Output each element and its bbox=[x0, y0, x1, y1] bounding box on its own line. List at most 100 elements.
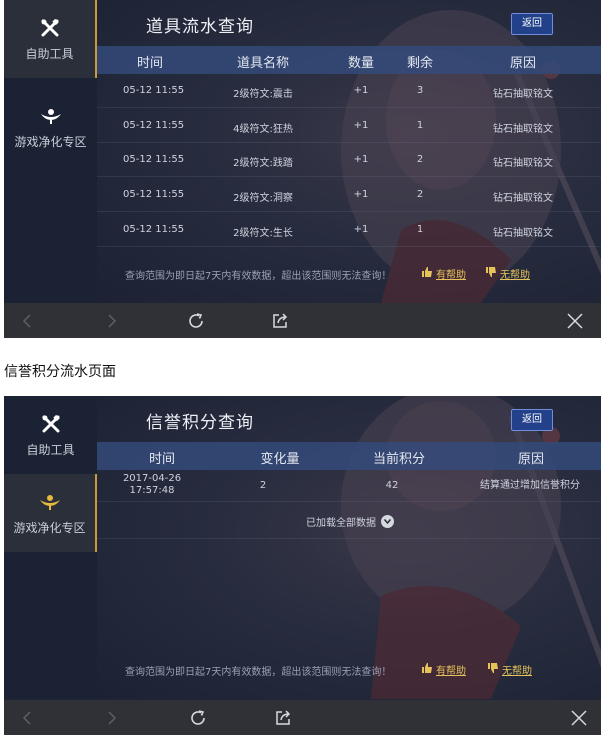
column-header: 变化量 bbox=[260, 452, 300, 467]
cell-name: 2级符文:洞察 bbox=[233, 193, 293, 204]
table-header: 时间 道具名称 数量 剩余 原因 bbox=[97, 46, 601, 74]
share-icon[interactable] bbox=[272, 707, 294, 729]
share-icon[interactable] bbox=[269, 310, 291, 332]
cell-remain: 2 bbox=[416, 189, 424, 200]
table-row: 2017-04-26 17:57:48 2 42 结算通过增加信誉积分 bbox=[97, 472, 601, 502]
thumbs-up-icon bbox=[422, 267, 432, 280]
cell-qty: +1 bbox=[353, 85, 369, 96]
title-bar: 道具流水查询 返回 bbox=[97, 0, 601, 44]
forward-arrow-icon[interactable] bbox=[101, 707, 123, 729]
sidebar-item-clean[interactable]: 游戏净化专区 bbox=[4, 474, 97, 552]
cell-change: 2 bbox=[259, 480, 267, 491]
cell-reason: 结算通过增加信誉积分 bbox=[480, 480, 580, 491]
cell-time: 05-12 11:55 bbox=[123, 154, 185, 165]
divider bbox=[97, 538, 601, 539]
clean-icon bbox=[40, 105, 62, 127]
column-header: 原因 bbox=[509, 56, 537, 71]
close-icon[interactable] bbox=[564, 310, 586, 332]
sidebar-item-label: 自助工具 bbox=[25, 46, 74, 61]
thumbs-down-icon bbox=[486, 267, 496, 280]
cell-reason: 钻石抽取铭文 bbox=[493, 158, 553, 169]
cell-qty: +1 bbox=[353, 154, 369, 165]
column-header: 时间 bbox=[148, 452, 176, 467]
column-header: 时间 bbox=[136, 56, 164, 71]
credit-score-panel: 自助工具 游戏净化专区 信誉积分查询 返回 时间 变化量 当前积分 原因 201… bbox=[4, 396, 601, 735]
cell-date: 2017-04-26 bbox=[122, 473, 182, 484]
unhelpful-label: 无帮助 bbox=[502, 666, 532, 677]
cell-remain: 2 bbox=[416, 154, 424, 165]
item-flow-panel: 自助工具 游戏净化专区 道具流水查询 返回 时间 道具名称 数量 剩余 原因 0… bbox=[4, 0, 601, 338]
chevron-down-icon[interactable] bbox=[381, 515, 394, 528]
column-header: 道具名称 bbox=[236, 56, 290, 71]
cell-remain: 3 bbox=[416, 85, 424, 96]
table-header: 时间 变化量 当前积分 原因 bbox=[97, 442, 601, 470]
cell-name: 2级符文:生长 bbox=[233, 228, 293, 239]
cell-clock: 17:57:48 bbox=[129, 485, 175, 496]
refresh-icon[interactable] bbox=[185, 310, 207, 332]
cell-reason: 钻石抽取铭文 bbox=[493, 124, 553, 135]
loaded-label: 已加载全部数据 bbox=[306, 518, 376, 529]
table-row: 05-12 11:55 4级符文:狂热 +1 1 钻石抽取铭文 bbox=[97, 109, 601, 143]
cell-time: 05-12 11:55 bbox=[123, 224, 185, 235]
title-bar: 信誉积分查询 返回 bbox=[97, 396, 601, 440]
back-button[interactable]: 返回 bbox=[511, 13, 553, 35]
helpful-label: 有帮助 bbox=[436, 666, 466, 677]
cell-reason: 钻石抽取铭文 bbox=[493, 89, 553, 100]
helpful-label: 有帮助 bbox=[436, 270, 466, 281]
back-arrow-icon[interactable] bbox=[16, 310, 38, 332]
thumbs-up-icon bbox=[422, 663, 432, 676]
cell-name: 4级符文:狂热 bbox=[233, 124, 293, 135]
table-row: 05-12 11:55 2级符文:践踏 +1 2 钻石抽取铭文 bbox=[97, 143, 601, 177]
browser-toolbar bbox=[4, 303, 601, 338]
column-header: 数量 bbox=[347, 56, 375, 71]
column-header: 原因 bbox=[517, 452, 545, 467]
sidebar-item-tools[interactable]: 自助工具 bbox=[4, 396, 97, 474]
column-header: 剩余 bbox=[406, 56, 434, 71]
unhelpful-label: 无帮助 bbox=[500, 270, 530, 281]
tools-icon bbox=[39, 17, 61, 39]
page-title: 信誉积分查询 bbox=[146, 413, 254, 433]
content-area: 道具流水查询 返回 时间 道具名称 数量 剩余 原因 05-12 11:55 2… bbox=[97, 0, 601, 303]
cell-remain: 1 bbox=[416, 224, 424, 235]
cell-qty: +1 bbox=[353, 120, 369, 131]
cell-reason: 钻石抽取铭文 bbox=[493, 193, 553, 204]
cell-qty: +1 bbox=[353, 224, 369, 235]
tools-icon bbox=[40, 413, 62, 435]
cell-score: 42 bbox=[385, 480, 399, 491]
unhelpful-link[interactable]: 无帮助 bbox=[488, 662, 532, 677]
cell-qty: +1 bbox=[353, 189, 369, 200]
sidebar: 自助工具 游戏净化专区 bbox=[4, 396, 97, 699]
query-range-note: 查询范围为即日起7天内有效数据，超出该范围则无法查询！ bbox=[125, 271, 392, 282]
refresh-icon[interactable] bbox=[187, 707, 209, 729]
clean-icon bbox=[39, 491, 61, 513]
cell-remain: 1 bbox=[416, 120, 424, 131]
cell-time: 05-12 11:55 bbox=[123, 85, 185, 96]
cell-time: 05-12 11:55 bbox=[123, 189, 185, 200]
back-arrow-icon[interactable] bbox=[16, 707, 38, 729]
unhelpful-link[interactable]: 无帮助 bbox=[486, 266, 530, 281]
sidebar-item-label: 游戏净化专区 bbox=[14, 134, 87, 149]
page-title: 道具流水查询 bbox=[146, 17, 254, 37]
sidebar: 自助工具 游戏净化专区 bbox=[4, 0, 97, 303]
browser-toolbar bbox=[4, 700, 601, 735]
column-header: 当前积分 bbox=[372, 452, 426, 467]
cell-name: 2级符文:震击 bbox=[233, 89, 293, 100]
cell-time: 05-12 11:55 bbox=[123, 120, 185, 131]
cell-name: 2级符文:践踏 bbox=[233, 158, 293, 169]
thumbs-down-icon bbox=[488, 663, 498, 676]
sidebar-item-clean[interactable]: 游戏净化专区 bbox=[4, 88, 97, 166]
helpful-link[interactable]: 有帮助 bbox=[422, 662, 466, 677]
sidebar-item-tools[interactable]: 自助工具 bbox=[4, 0, 97, 78]
forward-arrow-icon[interactable] bbox=[101, 310, 123, 332]
helpful-link[interactable]: 有帮助 bbox=[422, 266, 466, 281]
sidebar-item-label: 自助工具 bbox=[26, 442, 75, 457]
table-row: 05-12 11:55 2级符文:洞察 +1 2 钻石抽取铭文 bbox=[97, 178, 601, 212]
table-row: 05-12 11:55 2级符文:生长 +1 1 钻石抽取铭文 bbox=[97, 213, 601, 247]
load-status: 已加载全部数据 bbox=[306, 514, 394, 529]
cell-reason: 钻石抽取铭文 bbox=[493, 228, 553, 239]
back-button[interactable]: 返回 bbox=[511, 409, 553, 431]
content-area: 信誉积分查询 返回 时间 变化量 当前积分 原因 2017-04-26 17:5… bbox=[97, 396, 601, 699]
query-range-note: 查询范围为即日起7天内有效数据，超出该范围则无法查询！ bbox=[125, 667, 392, 678]
section-caption: 信誉积分流水页面 bbox=[4, 364, 116, 380]
close-icon[interactable] bbox=[568, 707, 590, 729]
